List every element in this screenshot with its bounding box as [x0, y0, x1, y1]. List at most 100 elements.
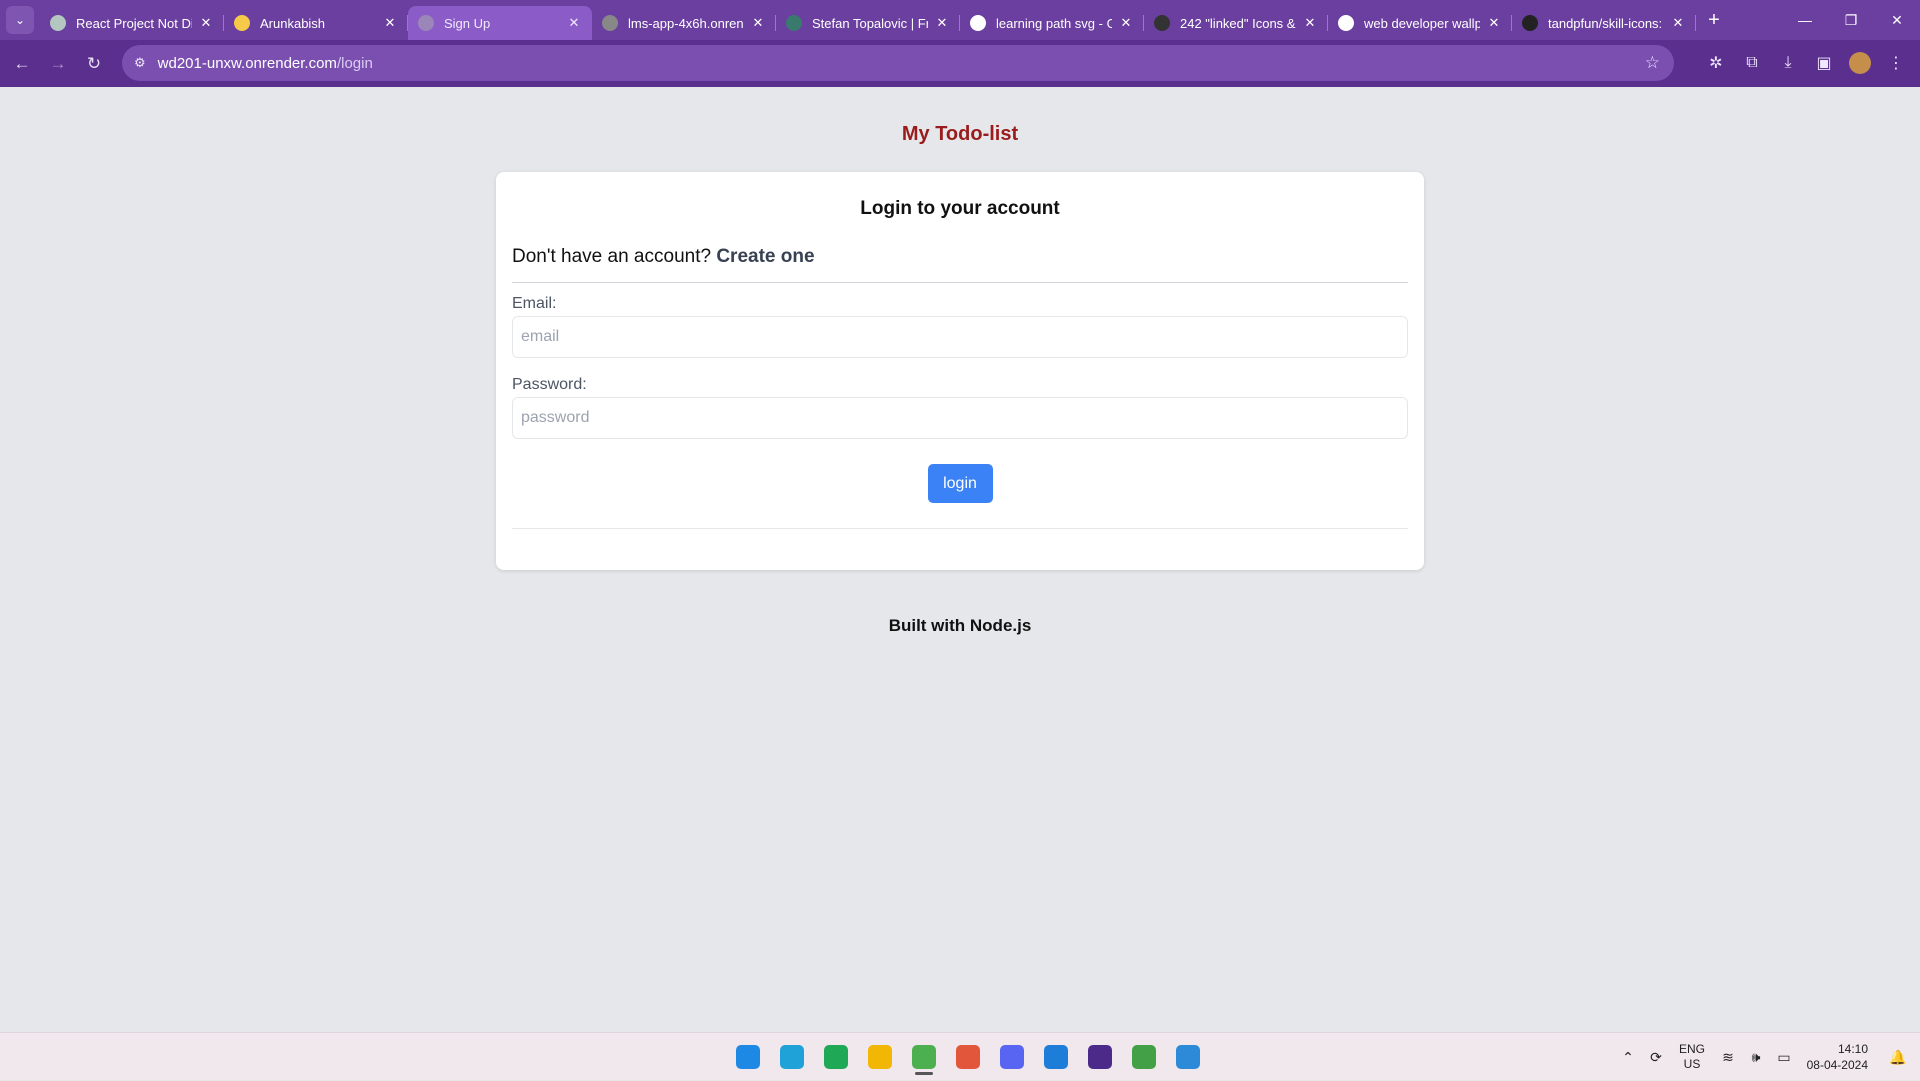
google-icon — [1338, 15, 1354, 31]
tab-close-icon[interactable]: ✕ — [382, 15, 398, 31]
menu-kebab-icon[interactable]: ⋮ — [1878, 45, 1914, 81]
divider-bottom — [512, 528, 1408, 529]
create-account-link[interactable]: Create one — [716, 246, 814, 267]
taskbar-app[interactable] — [814, 1039, 858, 1075]
footer-text: Built with Node.js — [888, 616, 1032, 635]
taskbar-app[interactable] — [1078, 1039, 1122, 1075]
reload-button[interactable]: ↻ — [76, 46, 112, 82]
profile-avatar[interactable] — [1849, 52, 1871, 74]
side-panel-icon[interactable]: ▣ — [1806, 45, 1842, 81]
tab-close-icon[interactable]: ✕ — [566, 15, 582, 31]
divider — [512, 282, 1408, 283]
system-tray: ⌃ ⟳ ENG US ≋ 🕪 ▭ 14:10 08-04-2024 🔔 — [1614, 1033, 1920, 1081]
tab-title: lms-app-4x6h.onrend — [628, 15, 744, 31]
tab-close-icon[interactable]: ✕ — [1486, 15, 1502, 31]
tab-title: tandpfun/skill-icons: — [1548, 15, 1663, 31]
globe-icon — [418, 15, 434, 31]
tab-close-icon[interactable]: ✕ — [1670, 15, 1686, 31]
browser-tab[interactable]: 242 "linked" Icons & I ✕ — [1144, 6, 1328, 40]
taskbar-app[interactable] — [946, 1039, 990, 1075]
restore-button[interactable]: ❐ — [1828, 0, 1874, 40]
card-title: Login to your account — [860, 198, 1060, 219]
window-controls: — ❐ ✕ — [1782, 0, 1920, 40]
globe-icon — [602, 15, 618, 31]
battery-icon[interactable]: ▭ — [1770, 1049, 1798, 1066]
taskbar-app[interactable] — [902, 1039, 946, 1075]
signup-prompt: Don't have an account? — [512, 246, 712, 267]
tab-search-button[interactable]: ⌄ — [6, 6, 34, 34]
browser-tab[interactable]: Stefan Topalovic | Fro ✕ — [776, 6, 960, 40]
tab-close-icon[interactable]: ✕ — [1118, 15, 1134, 31]
browser-tab[interactable]: Arunkabish ✕ — [224, 6, 408, 40]
file-explorer-icon — [868, 1045, 892, 1069]
forward-button[interactable]: → — [40, 46, 76, 82]
download-icon[interactable]: ⤓ — [1770, 45, 1806, 81]
tab-close-icon[interactable]: ✕ — [750, 15, 766, 31]
tab-close-icon[interactable]: ✕ — [934, 15, 950, 31]
clock-time: 14:10 — [1837, 1042, 1868, 1056]
tab-title: React Project Not Dis — [76, 15, 192, 31]
browser-tab[interactable]: web developer wallpa ✕ — [1328, 6, 1512, 40]
office-icon — [956, 1045, 980, 1069]
toolbar-actions: ✲ ⧉ ⤓ ▣ ⋮ — [1698, 45, 1914, 81]
taskbar: ⌃ ⟳ ENG US ≋ 🕪 ▭ 14:10 08-04-2024 🔔 — [0, 1032, 1920, 1080]
github-icon — [1522, 15, 1538, 31]
tab-title: learning path svg - Go — [996, 15, 1112, 31]
tab-title: 242 "linked" Icons & I — [1180, 15, 1296, 31]
chrome-alt-icon — [1132, 1045, 1156, 1069]
browser-tab[interactable]: lms-app-4x6h.onrend ✕ — [592, 6, 776, 40]
taskbar-app[interactable] — [858, 1039, 902, 1075]
url-host: wd201-unxw.onrender.com — [157, 54, 337, 72]
edge-icon — [780, 1045, 804, 1069]
discord-icon — [1000, 1045, 1024, 1069]
new-tab-button[interactable]: + — [1698, 9, 1730, 32]
login-button-wrap: login — [512, 464, 1408, 503]
minimize-button[interactable]: — — [1782, 0, 1828, 40]
language-indicator[interactable]: ENG US — [1670, 1042, 1714, 1072]
browser-tab[interactable]: Sign Up ✕ — [408, 6, 592, 40]
login-button[interactable]: login — [927, 464, 993, 503]
page-viewport: My Todo-list Login to your account Don't… — [0, 87, 1920, 1032]
tab-title: web developer wallpa — [1364, 15, 1480, 31]
wifi-icon[interactable]: ≋ — [1714, 1049, 1742, 1066]
app-title: My Todo-list — [901, 123, 1019, 145]
address-bar[interactable]: ⚙ wd201-unxw.onrender.com/login ☆ — [122, 45, 1674, 81]
taskbar-app[interactable] — [1034, 1039, 1078, 1075]
sync-icon[interactable]: ⟳ — [1642, 1049, 1670, 1066]
windows-start-icon — [736, 1045, 760, 1069]
browser-toolbar: ← → ↻ ⚙ wd201-unxw.onrender.com/login ☆ … — [0, 40, 1920, 87]
clock[interactable]: 14:10 08-04-2024 — [1798, 1041, 1868, 1073]
site-info-icon[interactable]: ⚙ — [134, 55, 146, 71]
tab-title: Stefan Topalovic | Fro — [812, 15, 928, 31]
vscode-icon — [1044, 1045, 1068, 1069]
google-icon — [970, 15, 986, 31]
back-button[interactable]: ← — [4, 46, 40, 82]
taskbar-app[interactable] — [770, 1039, 814, 1075]
portfolio-icon — [786, 15, 802, 31]
extensions-puzzle-icon[interactable]: ⧉ — [1734, 45, 1770, 81]
taskbar-app[interactable] — [1166, 1039, 1210, 1075]
taskbar-app[interactable] — [1122, 1039, 1166, 1075]
chatgpt-icon — [50, 15, 66, 31]
tab-close-icon[interactable]: ✕ — [1302, 15, 1318, 31]
clock-date: 08-04-2024 — [1806, 1058, 1868, 1072]
extension-icon[interactable]: ✲ — [1698, 45, 1734, 81]
close-window-button[interactable]: ✕ — [1874, 0, 1920, 40]
browser-tab[interactable]: tandpfun/skill-icons: ✕ — [1512, 6, 1696, 40]
icons8-icon — [1154, 15, 1170, 31]
taskbar-app[interactable] — [990, 1039, 1034, 1075]
browser-tab-bar: ⌄ React Project Not Dis ✕ Arunkabish ✕ Sign … — [0, 0, 1920, 40]
password-field[interactable] — [512, 397, 1408, 439]
chevron-up-icon[interactable]: ⌃ — [1614, 1049, 1642, 1066]
tab-close-icon[interactable]: ✕ — [198, 15, 214, 31]
whatsapp-icon — [824, 1045, 848, 1069]
email-field[interactable] — [512, 316, 1408, 358]
browser-tab[interactable]: React Project Not Dis ✕ — [40, 6, 224, 40]
browser-tab[interactable]: learning path svg - Go ✕ — [960, 6, 1144, 40]
volume-icon[interactable]: 🕪 — [1742, 1049, 1770, 1066]
login-card: Login to your account Don't have an acco… — [496, 172, 1424, 570]
vite-icon — [234, 15, 250, 31]
bookmark-star-icon[interactable]: ☆ — [1645, 53, 1660, 73]
notification-bell-icon[interactable]: 🔔 — [1884, 1049, 1912, 1066]
taskbar-app[interactable] — [726, 1039, 770, 1075]
